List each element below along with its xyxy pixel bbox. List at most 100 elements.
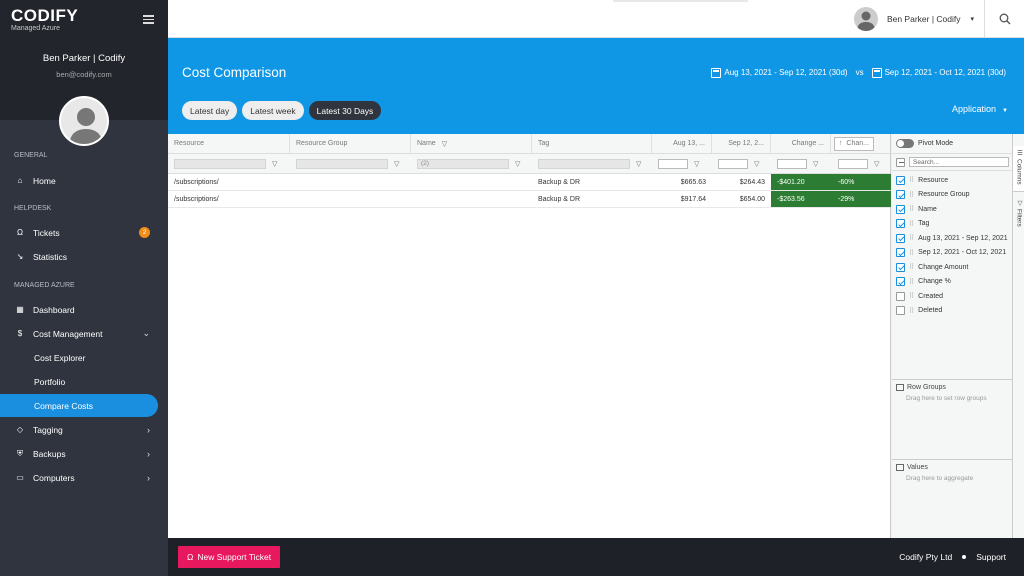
filter-icon[interactable]: ▽ [515, 160, 520, 168]
sidebar-item-tickets[interactable]: Ω Tickets [0, 221, 160, 244]
new-support-ticket-button[interactable]: Ω New Support Ticket [178, 546, 281, 568]
filter-prev-period-input[interactable] [658, 158, 688, 169]
row-groups-drop-zone[interactable]: Row Groups Drag here to set row groups [892, 379, 1012, 457]
toggle-switch[interactable] [896, 139, 914, 148]
filter-icon[interactable]: ▽ [272, 160, 277, 168]
filter-change-amount-input[interactable] [777, 158, 807, 169]
column-header-resource[interactable]: Resource [168, 134, 290, 153]
logo[interactable]: CODIFY Managed Azure [11, 6, 78, 32]
support-link[interactable]: Support [976, 552, 1006, 562]
column-header-change-pct[interactable]: ↑ Chan... [832, 134, 891, 153]
column-header-resource-group[interactable]: Resource Group [290, 134, 411, 153]
select-all-checkbox[interactable] [896, 157, 905, 167]
user-menu[interactable]: Ben Parker | Codify ▾ [853, 7, 974, 31]
sidebar-user-name: Ben Parker | Codify [42, 53, 126, 64]
drag-handle-icon[interactable]: ⠿ [909, 307, 914, 315]
avatar[interactable] [59, 96, 109, 146]
range-latest-30-days-button[interactable]: Latest 30 Days [308, 101, 382, 120]
column-item[interactable]: ⠿ Sep 12, 2021 - Oct 12, 2021 [892, 246, 1012, 261]
column-checkbox[interactable] [896, 219, 905, 229]
filter-curr-period-input[interactable] [718, 158, 748, 169]
drag-handle-icon[interactable]: ⠿ [909, 292, 914, 300]
sidebar-item-statistics[interactable]: ↘ Statistics [0, 245, 160, 268]
column-checkbox[interactable] [896, 204, 905, 214]
search-button[interactable] [984, 0, 1024, 38]
filter-resource-input[interactable] [174, 158, 266, 169]
sidebar-item-compare-costs[interactable]: Compare Costs [0, 394, 158, 417]
drag-handle-icon[interactable]: ⠿ [909, 234, 914, 242]
column-checkbox[interactable] [896, 175, 905, 185]
column-item[interactable]: ⠿ Tag [892, 217, 1012, 232]
drag-handle-icon[interactable]: ⠿ [909, 220, 914, 228]
range-latest-day-button[interactable]: Latest day [182, 101, 238, 120]
filter-icon[interactable]: ▽ [874, 160, 879, 168]
column-search-input[interactable]: Search... [909, 157, 1009, 167]
sidebar-item-backups[interactable]: ⛨ Backups › [0, 442, 160, 465]
values-drop-zone[interactable]: Values Drag here to aggregate [892, 459, 1012, 538]
drag-handle-icon[interactable]: ⠿ [909, 263, 914, 271]
column-checkbox[interactable] [896, 306, 905, 316]
drag-handle-icon[interactable]: ⠿ [909, 278, 914, 286]
column-item[interactable]: ⠿ Change % [892, 275, 1012, 290]
filter-icon[interactable]: ▽ [394, 160, 399, 168]
tab-columns[interactable]: ☰ Columns [1013, 146, 1024, 192]
column-item[interactable]: ⠿ Aug 13, 2021 - Sep 12, 2021 [892, 231, 1012, 246]
column-checkbox[interactable] [896, 277, 905, 287]
filter-icon[interactable]: ▽ [694, 160, 699, 168]
sidebar-item-tagging[interactable]: ◇ Tagging › [0, 418, 160, 441]
column-header-label: Chan... [846, 140, 869, 147]
column-item[interactable]: ⠿ Deleted [892, 304, 1012, 319]
columns-panel: Pivot Mode Search... ⠿ Resource ⠿ Resource… [892, 134, 1012, 538]
filter-change-pct-input[interactable] [838, 158, 868, 169]
column-checkbox[interactable] [896, 190, 905, 200]
filter-resource-group-input[interactable] [296, 158, 388, 169]
range-latest-week-button[interactable]: Latest week [242, 101, 304, 120]
column-item[interactable]: ⠿ Created [892, 289, 1012, 304]
sidebar-item-cost-management[interactable]: $ Cost Management ⌄ [0, 322, 160, 345]
sidebar-item-home[interactable]: ⌂ Home [0, 169, 160, 192]
calendar-icon[interactable] [711, 68, 722, 78]
sidebar-item-cost-explorer[interactable]: Cost Explorer [0, 346, 160, 369]
column-header-prev-period[interactable]: Aug 13, ... [652, 134, 712, 153]
column-header-curr-period[interactable]: Sep 12, 2... [712, 134, 771, 153]
column-checkbox[interactable] [896, 248, 905, 258]
date-range-previous[interactable]: Aug 13, 2021 - Sep 12, 2021 (30d) [724, 68, 847, 77]
drag-handle-icon[interactable]: ⠿ [909, 205, 914, 213]
filter-icon[interactable]: ▽ [813, 160, 818, 168]
filter-tag-input[interactable] [538, 158, 630, 169]
column-item[interactable]: ⠿ Name [892, 202, 1012, 217]
application-dropdown[interactable]: Application ▼ [952, 104, 1008, 114]
column-checkbox[interactable] [896, 233, 905, 243]
column-checkbox[interactable] [896, 291, 905, 301]
filter-icon[interactable]: ▽ [636, 160, 641, 168]
cell-resource[interactable]: /subscriptions/ [168, 174, 290, 190]
table-row[interactable]: /subscriptions/ Backup & DR $665.63 $264… [168, 174, 891, 191]
drag-handle-icon[interactable]: ⠿ [909, 176, 914, 184]
tab-filters[interactable]: ▽ Filters [1013, 196, 1024, 238]
cell-resource[interactable]: /subscriptions/ [168, 191, 290, 207]
section-helpdesk: HELPDESK [14, 205, 52, 212]
drag-handle-icon[interactable]: ⠿ [909, 191, 914, 199]
column-header-tag[interactable]: Tag [532, 134, 652, 153]
pivot-mode-toggle[interactable]: Pivot Mode [892, 134, 1012, 154]
sidebar-item-portfolio[interactable]: Portfolio [0, 370, 160, 393]
calendar-icon[interactable] [871, 68, 882, 78]
table-row[interactable]: /subscriptions/ Backup & DR $917.64 $654… [168, 191, 891, 208]
column-header-name[interactable]: Name ▽ [411, 134, 532, 153]
column-item[interactable]: ⠿ Resource [892, 173, 1012, 188]
date-range-current[interactable]: Sep 12, 2021 - Oct 12, 2021 (30d) [885, 68, 1006, 77]
tag-icon: ◇ [16, 425, 24, 434]
sidebar-item-computers[interactable]: ▭ Computers › [0, 466, 160, 489]
drag-handle-icon[interactable]: ⠿ [909, 249, 914, 257]
column-item-label: Aug 13, 2021 - Sep 12, 2021 [918, 234, 1008, 242]
hamburger-menu-icon[interactable] [143, 15, 154, 24]
filter-name-input[interactable]: (2) [417, 158, 509, 169]
sidebar-item-dashboard[interactable]: ▦ Dashboard [0, 298, 160, 321]
filter-icon[interactable]: ▽ [754, 160, 759, 168]
column-checkbox[interactable] [896, 262, 905, 272]
column-item[interactable]: ⠿ Resource Group [892, 188, 1012, 203]
date-ranges: Aug 13, 2021 - Sep 12, 2021 (30d) vs Sep… [711, 67, 1006, 78]
sort-box: ↑ Chan... [834, 136, 874, 151]
column-item[interactable]: ⠿ Change Amount [892, 260, 1012, 275]
column-header-change-amount[interactable]: Change ... [771, 134, 831, 153]
